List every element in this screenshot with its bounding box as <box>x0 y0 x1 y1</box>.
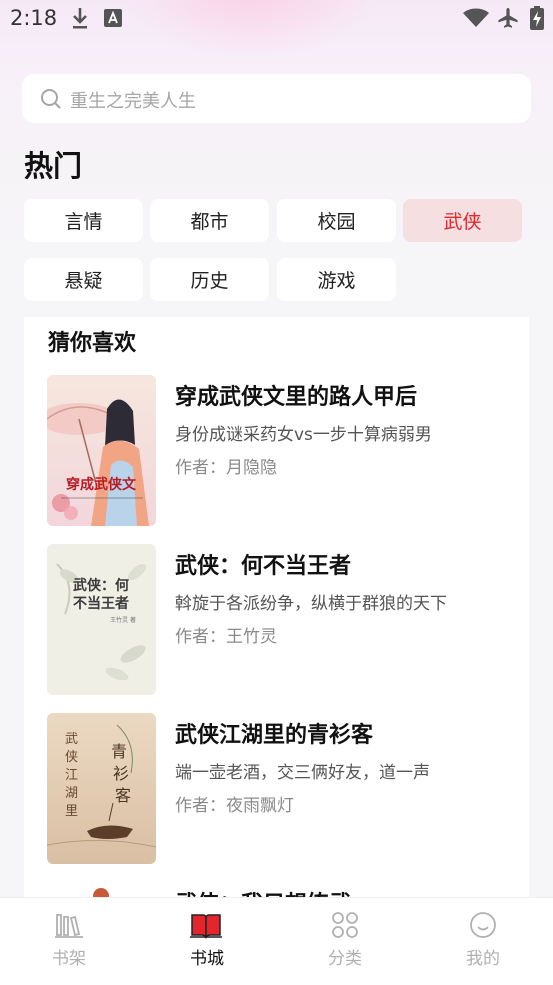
tag-campus[interactable]: 校园 <box>277 199 396 242</box>
search-icon <box>40 88 62 114</box>
tab-label: 书城 <box>190 949 224 969</box>
svg-text:武: 武 <box>65 732 78 747</box>
svg-text:青: 青 <box>111 742 127 761</box>
svg-text:王竹灵 著: 王竹灵 著 <box>110 616 136 624</box>
book-cover[interactable]: 武侠：何 不当王者 王竹灵 著 <box>47 544 156 695</box>
search-placeholder: 重生之完美人生 <box>70 91 196 112</box>
tag-romance[interactable]: 言情 <box>24 199 143 242</box>
book-item[interactable]: 武 侠 江 湖 里 青 衫 客 武侠江湖里的青衫客 端一壶老酒，交三俩好友，道一… <box>47 713 507 865</box>
tab-profile[interactable]: 我的 <box>414 898 552 985</box>
recommend-title: 猜你喜欢 <box>48 331 137 356</box>
airplane-mode-icon <box>496 7 520 33</box>
status-time: 2:18 <box>10 6 58 30</box>
book-item[interactable]: 穿成武侠文 穿成武侠文里的路人甲后 身份成谜采药女vs一步十算病弱男 作者：月隐… <box>47 375 507 527</box>
profile-icon <box>469 911 497 939</box>
book-title: 武侠：何不当王者 <box>175 554 352 579</box>
tab-bookstore[interactable]: 书城 <box>138 898 276 985</box>
tag-wuxia[interactable]: 武侠 <box>403 199 522 242</box>
status-bar: 2:18 <box>0 0 553 38</box>
recommend-card: 猜你喜欢 穿成武侠文 穿成武侠文里的路人甲后 身份成谜采药女vs一步十算病弱男 … <box>24 317 529 917</box>
svg-text:侠: 侠 <box>65 750 78 765</box>
book-title: 穿成武侠文里的路人甲后 <box>175 385 418 410</box>
tab-label: 分类 <box>328 949 362 969</box>
svg-text:客: 客 <box>115 786 131 805</box>
book-description: 端一壶老酒，交三俩好友，道一声 <box>175 763 430 783</box>
tag-games[interactable]: 游戏 <box>277 258 396 301</box>
tab-bookshelf[interactable]: 书架 <box>0 898 138 985</box>
svg-text:武侠：何: 武侠：何 <box>73 577 129 594</box>
svg-text:不当王者: 不当王者 <box>73 595 129 612</box>
svg-text:衫: 衫 <box>113 764 129 783</box>
tab-label: 书架 <box>52 949 86 969</box>
svg-text:江: 江 <box>65 768 78 783</box>
book-item[interactable]: 武侠：何 不当王者 王竹灵 著 武侠：何不当王者 斡旋于各派纷争，纵横于群狼的天… <box>47 544 507 696</box>
bookstore-icon <box>190 911 222 939</box>
wifi-icon <box>463 8 489 32</box>
book-description: 斡旋于各派纷争，纵横于群狼的天下 <box>175 594 447 614</box>
book-author: 作者：王竹灵 <box>175 627 277 647</box>
bookshelf-icon <box>55 911 83 939</box>
book-cover[interactable]: 穿成武侠文 <box>47 375 156 526</box>
bottom-tab-bar: 书架 书城 分类 我的 <box>0 897 553 985</box>
hot-section-title: 热门 <box>24 149 83 183</box>
svg-text:湖: 湖 <box>65 786 78 801</box>
tag-history[interactable]: 历史 <box>150 258 269 301</box>
tag-suspense[interactable]: 悬疑 <box>24 258 143 301</box>
book-author: 作者：月隐隐 <box>175 458 277 478</box>
app-notification-icon <box>104 9 122 31</box>
tag-urban[interactable]: 都市 <box>150 199 269 242</box>
battery-charging-icon <box>530 6 544 34</box>
tab-category[interactable]: 分类 <box>276 898 414 985</box>
search-bar[interactable]: 重生之完美人生 <box>22 74 531 123</box>
book-cover[interactable]: 武 侠 江 湖 里 青 衫 客 <box>47 713 156 864</box>
tab-label: 我的 <box>466 949 500 969</box>
cover-title: 穿成武侠文 <box>66 476 137 493</box>
book-title: 武侠江湖里的青衫客 <box>175 723 374 748</box>
book-author: 作者：夜雨飘灯 <box>175 796 294 816</box>
category-icon <box>331 911 359 939</box>
download-icon <box>70 6 90 34</box>
svg-text:里: 里 <box>65 804 78 819</box>
book-description: 身份成谜采药女vs一步十算病弱男 <box>175 425 432 445</box>
